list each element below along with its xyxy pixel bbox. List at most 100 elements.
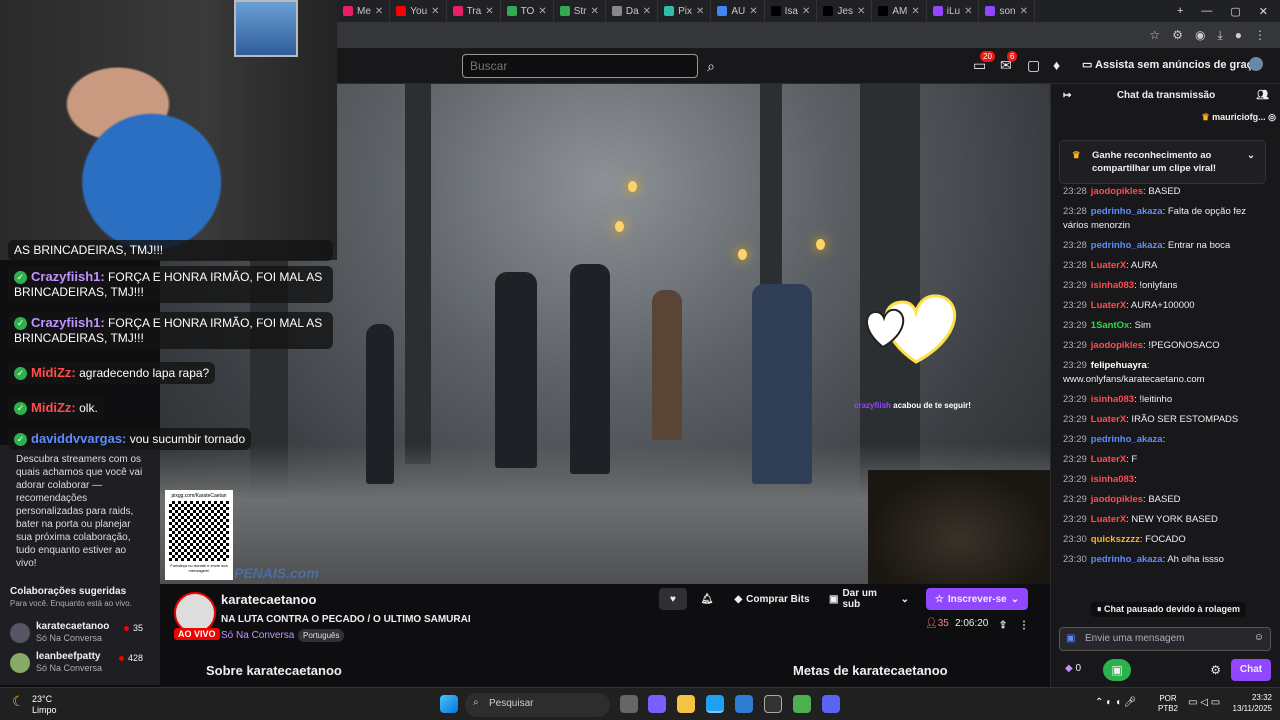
browser-tab[interactable]: Da ✕ [606,0,659,22]
chat-message[interactable]: 23:29 LuaterX: F [1063,453,1263,467]
chat-message[interactable]: 23:29 felipehuayra: www.onlyfans/karateca… [1063,359,1263,387]
gift-sub-button[interactable]: ▣ Dar um sub ⌄ [823,588,915,610]
close-window-icon[interactable]: ✕ [1259,5,1268,18]
chat-message[interactable]: 23:29 LuaterX: AURA+100000 [1063,299,1263,313]
crown-icon[interactable]: ♦ [1053,57,1060,73]
user-avatar[interactable] [1249,57,1263,71]
chat-username[interactable]: LuaterX [1091,260,1126,271]
tab-close-icon[interactable]: ✕ [375,6,383,17]
more-options-icon[interactable]: ⋮ [1017,614,1031,636]
chat-username[interactable]: jaodopikles [1091,494,1143,505]
language-tag[interactable]: Português [298,629,345,642]
clock[interactable]: 23:32 13/11/2025 [1233,692,1272,714]
chat-username[interactable]: isinha083 [1091,280,1134,291]
chat-username[interactable]: pedrinho_akaza [1091,240,1163,251]
menu-icon[interactable]: ⋮ [1254,28,1266,42]
tab-close-icon[interactable]: ✕ [911,6,919,17]
chat-username[interactable]: LuaterX [1091,454,1126,465]
chat-message[interactable]: 23:29 LuaterX: NEW YORK BASED [1063,513,1263,527]
chat-username[interactable]: pedrinho_akaza [1091,554,1163,565]
points-reward-button[interactable]: ▣ [1103,659,1131,681]
extension-icon[interactable]: ⚙ [1172,28,1183,42]
tab-close-icon[interactable]: ✕ [857,6,865,17]
task-view-icon[interactable] [620,695,638,713]
chat-message[interactable]: 23:28 pedrinho_akaza: Entrar na boca [1063,239,1263,253]
chat-message[interactable]: 23:30 quickszzzz: FOCADO [1063,533,1263,547]
subscribe-button[interactable]: ☆ Inscrever-se ⌄ [926,588,1028,610]
file-explorer-icon[interactable] [677,695,695,713]
chat-message[interactable]: 23:28 jaodopikles: BASED [1063,185,1263,199]
browser-tab[interactable]: Me ✕ [337,0,391,22]
chat-message[interactable]: 23:29 pedrinho_akaza: [1063,433,1263,447]
chat-username[interactable]: 1SantOx [1091,320,1130,331]
tab-close-icon[interactable]: ✕ [643,6,651,17]
tray-icons[interactable]: ⌃ ◐ ◖ 🎤︎ [1095,697,1137,708]
emote-icon[interactable]: ☺ [1254,632,1264,643]
weather-widget[interactable]: ☾ 23°C Limpo [12,694,57,716]
sidebar-item-karatecaetanoo[interactable]: karatecaetanoo Só Na Conversa 35 [10,621,155,645]
keyboard-language[interactable]: POR PTB2 [1158,694,1178,714]
chat-username[interactable]: LuaterX [1091,514,1126,525]
chat-send-button[interactable]: Chat [1231,659,1271,681]
share-icon[interactable]: ⇪ [995,614,1011,636]
taskbar-search[interactable]: ⌕ Pesquisar [465,693,610,717]
chat-username[interactable]: quickszzzz [1091,534,1140,545]
tab-close-icon[interactable]: ✕ [749,6,757,17]
notification-bell-button[interactable]: 🔔︎ [693,588,721,610]
network-volume-icons[interactable]: ▭ ◁ ▭ [1188,697,1220,708]
chat-message[interactable]: 23:29 isinha083: !leitinho [1063,393,1263,407]
tab-close-icon[interactable]: ✕ [964,6,972,17]
channel-name[interactable]: karatecaetanoo [221,592,316,607]
new-tab-icon[interactable]: + [1177,5,1183,17]
channel-points[interactable]: ◆ 0 [1065,663,1081,674]
app-icon[interactable] [764,695,782,713]
browser-tab[interactable]: AM ✕ [872,0,927,22]
tab-close-icon[interactable]: ✕ [590,6,598,17]
browser-tab[interactable]: son ✕ [979,0,1035,22]
chat-username[interactable]: jaodopikles [1091,186,1143,197]
follow-heart-button[interactable]: ♥ [659,588,687,610]
chat-username[interactable]: isinha083 [1091,394,1134,405]
browser-tab[interactable]: Pix ✕ [658,0,712,22]
clip-prompt-card[interactable]: ♛ Ganhe reconhecimento ao compartilhar u… [1059,140,1266,184]
search-input[interactable] [462,54,698,78]
buy-bits-button[interactable]: ◆ Comprar Bits [727,588,817,610]
chat-message[interactable]: 23:29 1SantOx: Sim [1063,319,1263,333]
chat-username[interactable]: felipehuayra [1091,360,1147,371]
edge-icon[interactable] [706,695,724,713]
sidebar-item-leanbeefpatty[interactable]: leanbeefpatty Só Na Conversa 428 [10,651,155,675]
chat-input[interactable]: ▣ Envie uma mensagem ☺ [1059,627,1271,651]
community-icon[interactable]: 👥︎ [1256,84,1269,108]
chat-message[interactable]: 23:30 pedrinho_akaza: Ah olha issso [1063,553,1263,567]
profile-icon[interactable]: ● [1235,28,1242,42]
discord-icon[interactable] [822,695,840,713]
chat-paused-indicator[interactable]: ⏸ Chat pausado devido à rolagem [1091,602,1247,617]
notifications-button[interactable]: ▭ 20 [973,51,995,74]
download-icon[interactable]: ⤓ [1217,28,1222,43]
chat-username[interactable]: LuaterX [1091,414,1126,425]
tab-close-icon[interactable]: ✕ [802,6,810,17]
chat-message[interactable]: 23:29 isinha083: !onlyfans [1063,279,1263,293]
chat-username[interactable]: pedrinho_akaza [1091,434,1163,445]
chevron-down-icon[interactable]: ⌄ [1247,149,1255,162]
whispers-button[interactable]: ▢ [1027,57,1040,74]
chat-message[interactable]: 23:29 jaodopikles: !PEGONOSACO [1063,339,1263,353]
adfree-button[interactable]: ▭ Assista sem anúncios de graça [1082,58,1259,71]
browser-tab[interactable]: Isa ✕ [765,0,818,22]
maximize-icon[interactable]: ▢ [1230,5,1240,18]
chat-message[interactable]: 23:29 jaodopikles: BASED [1063,493,1263,507]
copilot-icon[interactable] [648,695,666,713]
search-button[interactable]: ⌕ [699,54,723,78]
inbox-button[interactable]: ✉ 6 [1000,51,1018,74]
browser-tab[interactable]: You ✕ [390,0,447,22]
browser-tab[interactable]: iLu ✕ [927,0,980,22]
tab-close-icon[interactable]: ✕ [538,6,546,17]
chat-username[interactable]: jaodopikles [1091,340,1143,351]
chat-message[interactable]: 23:29 LuaterX: IRÃO SER ESTOMPADS [1063,413,1263,427]
chat-username[interactable]: isinha083 [1091,474,1134,485]
extension-icon[interactable]: ◉ [1195,28,1205,42]
browser-tab[interactable]: TO ✕ [501,0,554,22]
chat-username[interactable]: LuaterX [1091,300,1126,311]
stream-category[interactable]: Só Na Conversa [221,630,294,641]
tab-close-icon[interactable]: ✕ [431,6,439,17]
